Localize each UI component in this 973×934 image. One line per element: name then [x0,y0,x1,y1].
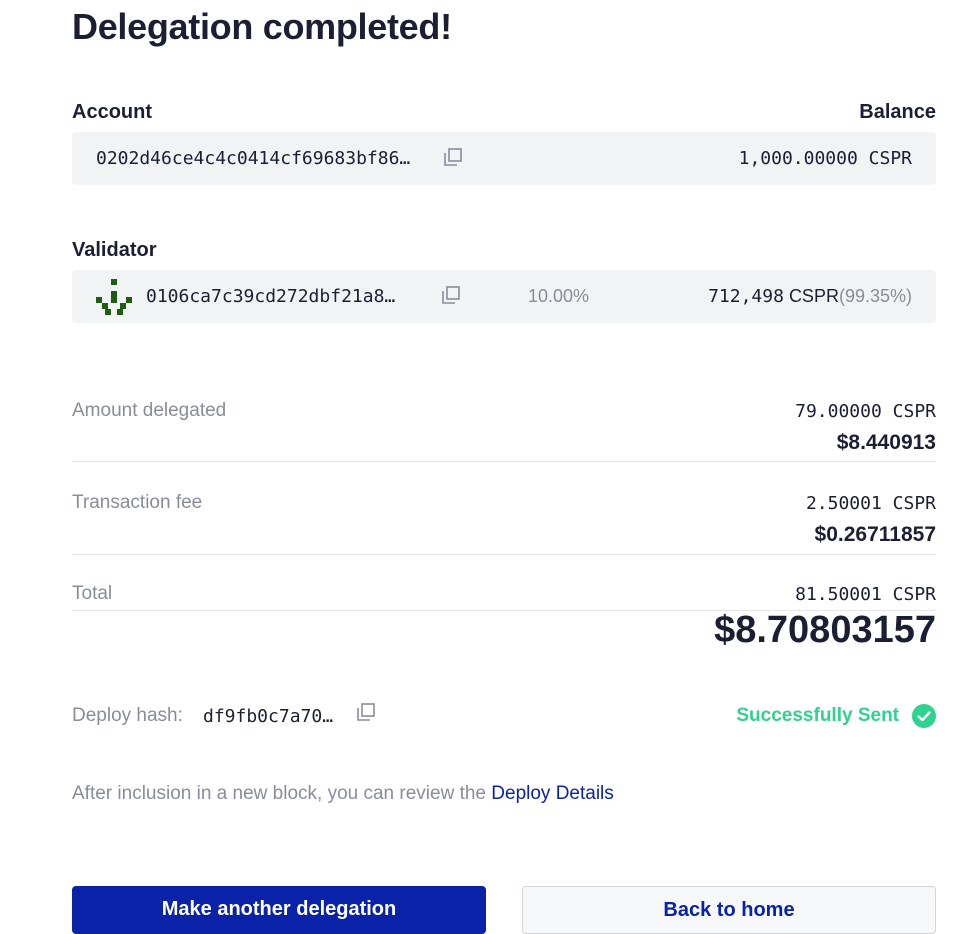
account-box: 0202d46ce4c4c0414cf69683bf86… 1,000.0000… [72,132,936,185]
check-circle-icon [912,704,936,733]
back-to-home-button[interactable]: Back to home [522,886,936,934]
make-another-delegation-button[interactable]: Make another delegation [72,886,486,934]
balance-label: Balance [859,101,936,123]
copy-icon[interactable] [444,148,462,171]
fee-label: Transaction fee [72,492,203,513]
account-key: 0202d46ce4c4c0414cf69683bf86… [96,148,411,169]
total-cspr: 81.50001 CSPR [795,584,936,605]
deploy-details-link[interactable]: Deploy Details [491,783,614,804]
total-label: Total [72,583,113,604]
deploy-hash-value[interactable]: df9fb0c7a70… [203,706,333,727]
inclusion-note-text: After inclusion in a new block, you can … [72,783,492,804]
validator-stake-group: 712,498 CSPR(99.35%) [708,286,912,307]
validator-stake: 712,498 [708,286,784,307]
amount-usd: $8.440913 [836,431,936,454]
validator-stake-unit: CSPR [788,286,839,306]
fee-usd: $0.26711857 [814,523,936,546]
copy-icon[interactable] [442,286,460,309]
account-balance: 1,000.00000 CSPR [738,148,912,169]
copy-icon[interactable] [357,703,375,726]
page-title: Delegation completed! [72,6,452,47]
deploy-hash-label: Deploy hash: [72,705,183,726]
validator-fee: 10.00% [528,286,590,306]
validator-key: 0106ca7c39cd272dbf21a8… [146,286,396,307]
validator-share: (99.35%) [838,286,912,306]
amount-cspr: 79.00000 CSPR [795,401,936,422]
validator-label: Validator [72,239,157,261]
inclusion-note: After inclusion in a new block, you can … [72,783,614,805]
account-label: Account [72,101,152,123]
status-badge: Successfully Sent [736,705,899,726]
divider [72,554,936,555]
amount-label: Amount delegated [72,400,227,421]
total-usd: $8.70803157 [714,609,936,651]
divider [72,461,936,462]
validator-avatar-icon [96,279,132,320]
validator-box: 0106ca7c39cd272dbf21a8… 10.00% 712,498 C… [72,270,936,323]
fee-cspr: 2.50001 CSPR [805,493,936,514]
